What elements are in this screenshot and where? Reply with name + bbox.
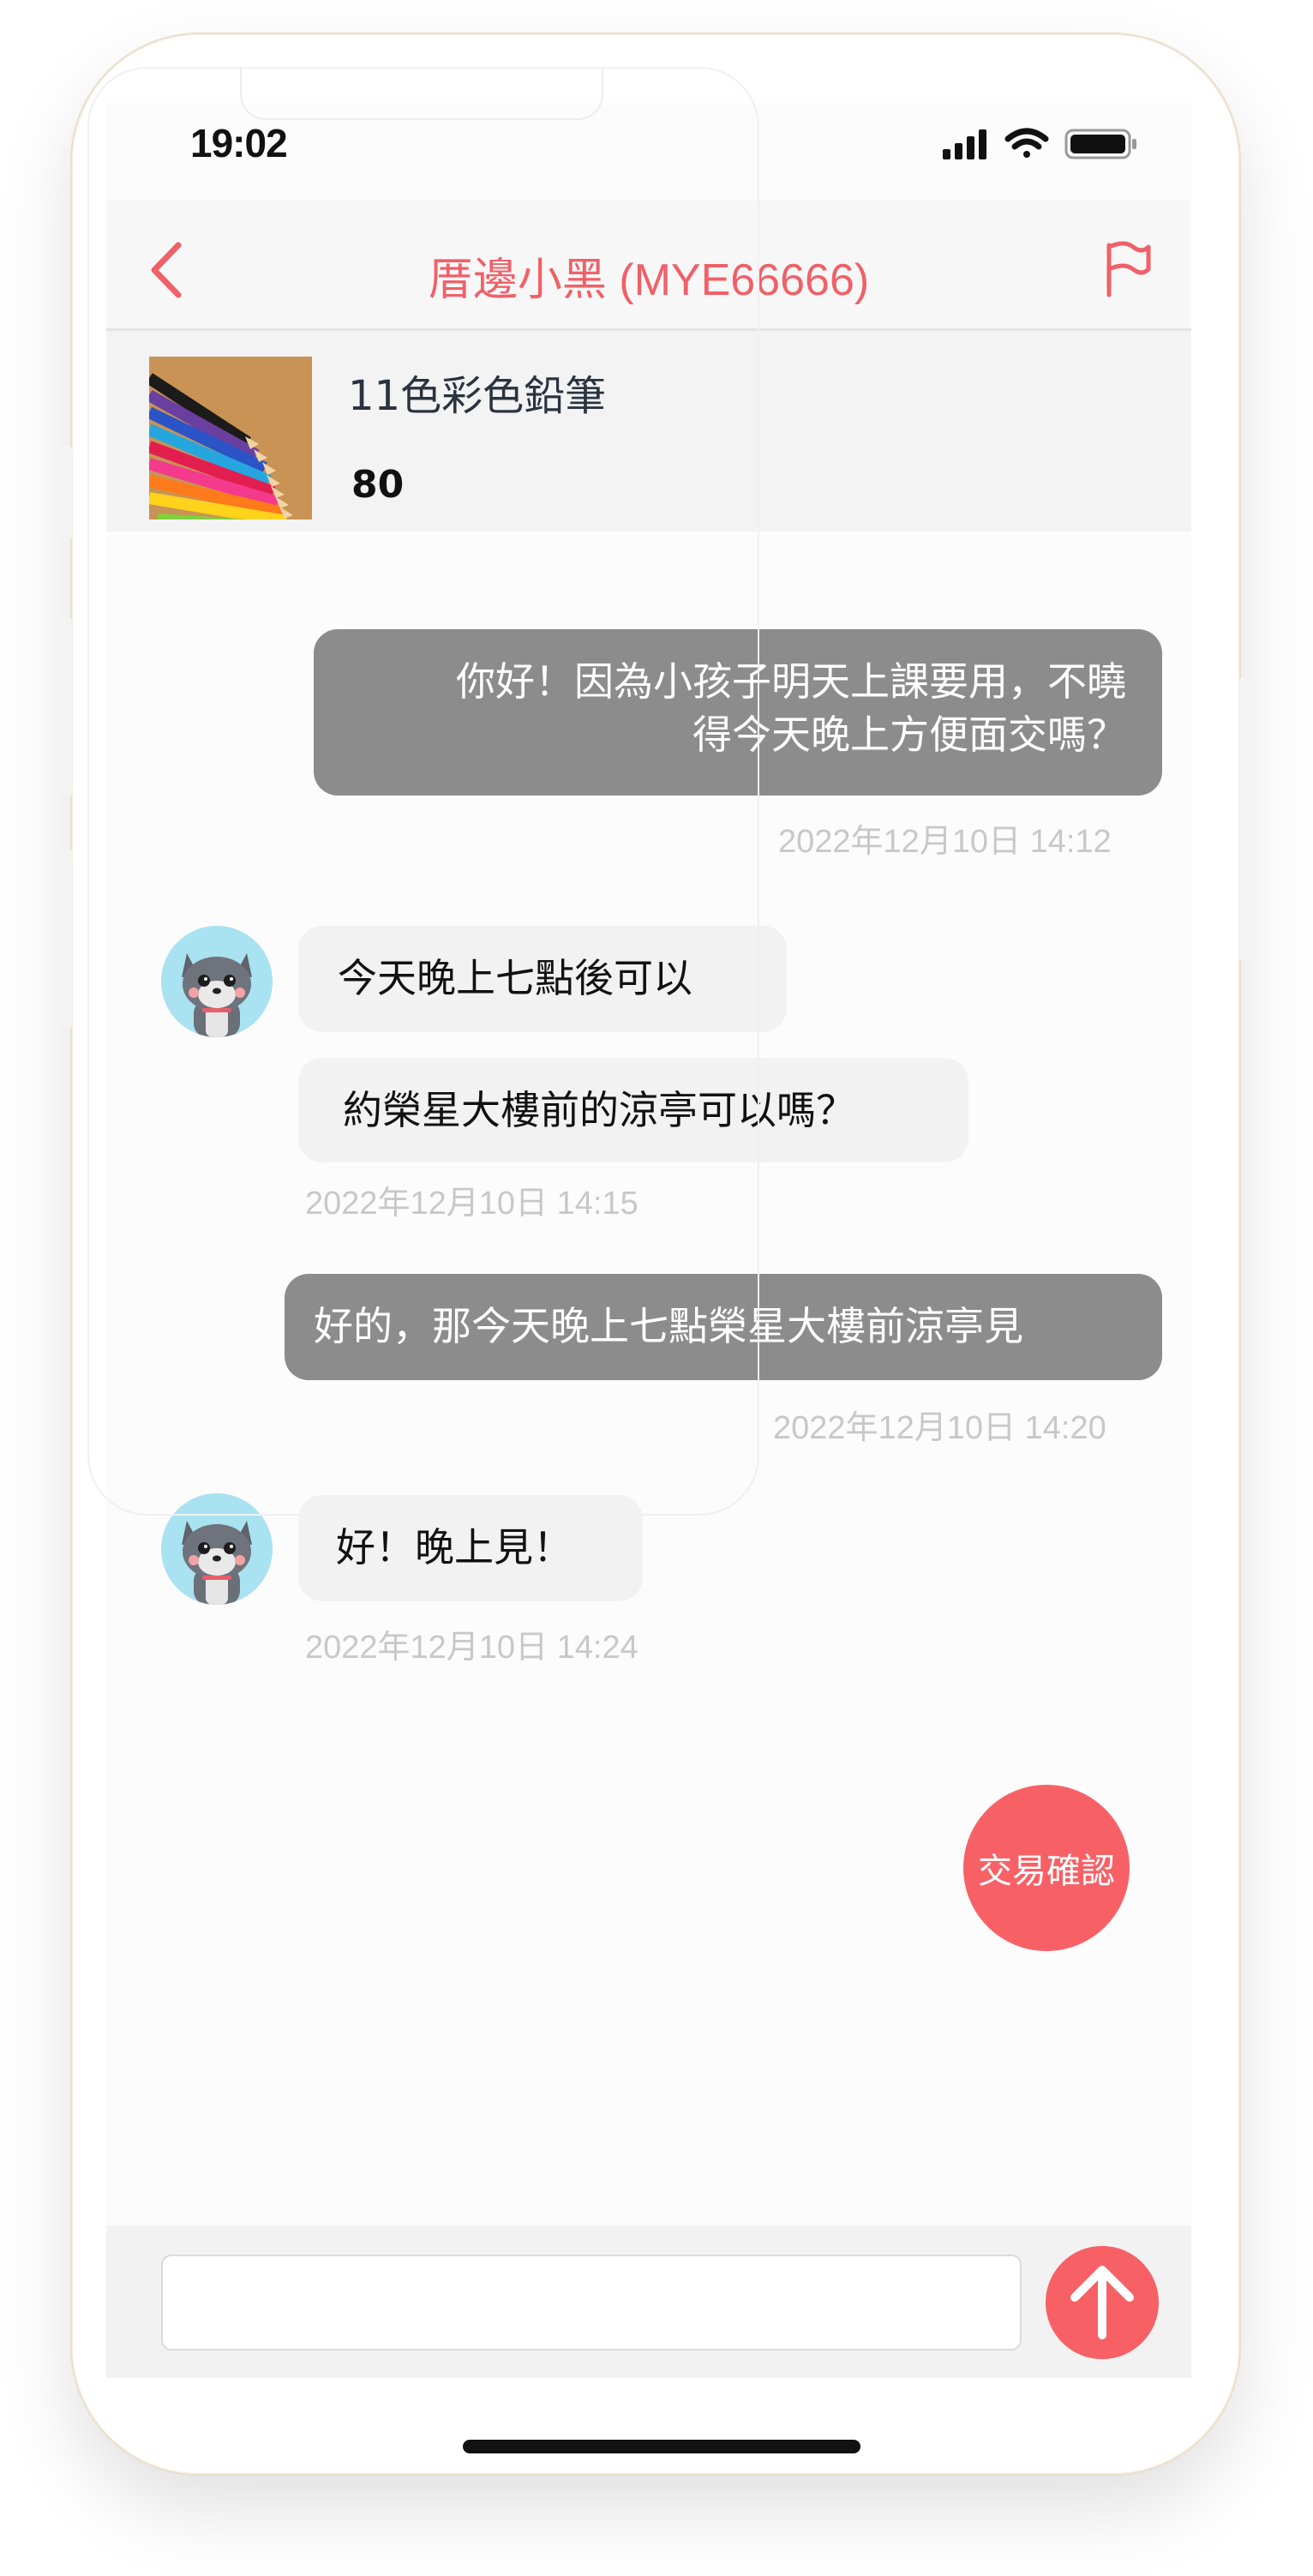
signal-icon	[943, 129, 986, 159]
message-input-bar	[106, 2225, 1191, 2378]
product-image	[149, 357, 312, 519]
message-text: 約榮星大樓前的涼亭可以嗎？	[343, 1087, 855, 1133]
status-time: 19:02	[190, 121, 288, 165]
message-timestamp: 2022年12月10日 14:12	[778, 824, 1112, 860]
wifi-icon	[1004, 128, 1049, 158]
message-text: 今天晚上七點後可以	[338, 955, 692, 1001]
trade-confirm-button[interactable]: 交易確認	[963, 1785, 1130, 1951]
page-title: 厝邊小黑 (MYE66666)	[428, 255, 870, 305]
flag-icon	[1106, 241, 1151, 297]
message-outgoing: 你好！因為小孩子明天上課要用，不曉 得今天晚上方便面交嗎？	[314, 629, 1162, 796]
product-card[interactable]: 11色彩色鉛筆 80	[106, 331, 1191, 531]
message-text: 你好！因為小孩子明天上課要用，不曉	[456, 658, 1126, 705]
message-timestamp: 2022年12月10日 14:20	[773, 1410, 1106, 1446]
product-price: 80	[351, 463, 405, 507]
send-button[interactable]	[1046, 2246, 1159, 2359]
chat-header: 厝邊小黑 (MYE66666)	[106, 201, 1191, 331]
message-text: 得今天晚上方便面交嗎？	[692, 712, 1126, 758]
message-input[interactable]	[161, 2255, 1022, 2351]
side-button-mute	[62, 446, 72, 540]
avatar[interactable]	[161, 926, 273, 1037]
message-text: 好的，那今天晚上七點榮星大樓前涼亭見	[314, 1303, 1023, 1349]
message-timestamp: 2022年12月10日 14:15	[305, 1186, 639, 1222]
product-name: 11色彩色鉛筆	[348, 372, 607, 420]
home-indicator[interactable]	[463, 2440, 860, 2453]
message-incoming: 好！晚上見！	[298, 1495, 643, 1601]
avatar[interactable]	[161, 1493, 273, 1605]
notch-outline	[240, 67, 603, 120]
side-button-volume-up	[62, 617, 72, 797]
side-button-power	[1239, 677, 1250, 960]
report-button[interactable]	[1100, 240, 1152, 300]
side-button-volume-down	[62, 849, 72, 1029]
battery-icon	[1064, 129, 1136, 159]
message-incoming: 約榮星大樓前的涼亭可以嗎？	[298, 1058, 968, 1162]
status-icons	[943, 128, 1136, 159]
message-text: 好！晚上見！	[336, 1524, 573, 1570]
message-outgoing: 好的，那今天晚上七點榮星大樓前涼亭見	[285, 1274, 1162, 1380]
message-timestamp: 2022年12月10日 14:24	[305, 1630, 639, 1666]
message-incoming: 今天晚上七點後可以	[298, 926, 787, 1032]
